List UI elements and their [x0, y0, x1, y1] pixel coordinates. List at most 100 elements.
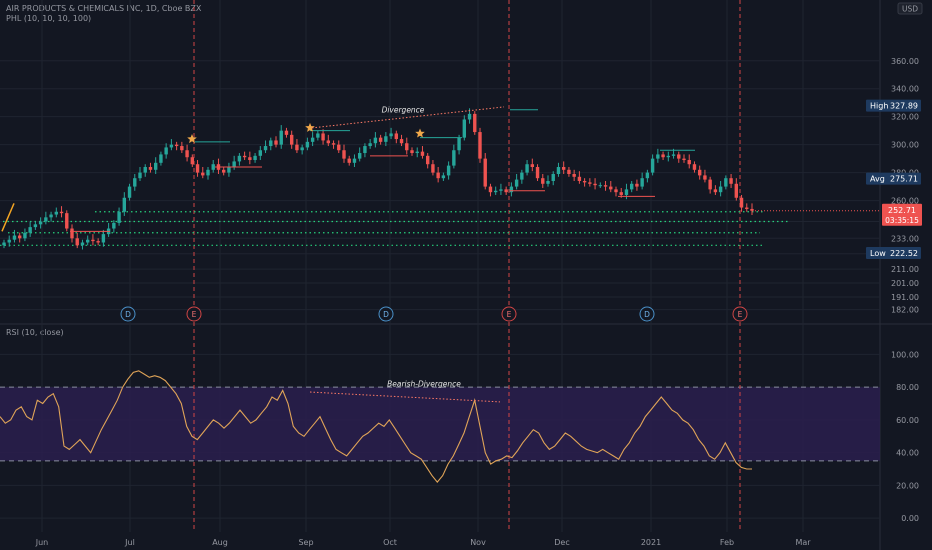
candle-body	[70, 228, 74, 239]
candle-body	[671, 154, 676, 156]
candle-body	[467, 113, 472, 120]
candle-body	[410, 150, 414, 154]
candle-body	[530, 164, 535, 168]
time-tick-label: Sep	[298, 538, 313, 547]
candle-body	[169, 144, 174, 148]
candle-body	[394, 133, 399, 140]
candle-body	[248, 157, 252, 161]
candle-body	[232, 161, 236, 168]
candle-body	[122, 197, 127, 212]
candle-body	[582, 180, 587, 183]
candle-body	[295, 144, 299, 151]
chart-canvas[interactable]: D E D E D E Divergence Bearish-Divergence 360.…	[0, 0, 932, 550]
time-tick-label: Jul	[124, 538, 135, 547]
support-lines	[0, 210, 880, 246]
candle-body	[399, 139, 404, 144]
candle-body	[629, 183, 634, 190]
candle-body	[305, 141, 310, 148]
candle-body	[289, 134, 294, 145]
candle-body	[535, 167, 540, 179]
candle-body	[473, 113, 477, 133]
candle-body	[593, 183, 597, 186]
candle-body	[656, 154, 660, 159]
candle-body	[263, 146, 268, 151]
candle-body	[666, 155, 671, 158]
candle-body	[488, 186, 493, 193]
candle-body	[640, 178, 644, 187]
candle-body	[682, 158, 686, 161]
candle-body	[724, 178, 728, 187]
candle-body	[96, 241, 100, 243]
candle-body	[478, 132, 482, 159]
candle-body	[357, 153, 362, 159]
rsi-tick-label: 80.00	[896, 383, 919, 392]
candle-body	[514, 179, 519, 187]
price-tick-label: 201.00	[891, 279, 919, 288]
candle-body	[242, 155, 247, 158]
candle-body	[54, 211, 59, 215]
candle-body	[237, 155, 242, 162]
candle-body	[708, 179, 712, 190]
price-tick-label: 191.00	[891, 293, 919, 302]
candle-body	[635, 183, 639, 187]
candle-body	[603, 185, 608, 187]
candle-body	[28, 227, 32, 233]
event-marker-label: D	[383, 310, 389, 319]
candle-body	[284, 130, 289, 135]
candle-body	[143, 167, 147, 173]
candle-body	[425, 155, 430, 165]
rsi-band-fill	[0, 387, 880, 461]
candle-body	[180, 146, 184, 151]
candle-body	[415, 151, 419, 154]
candle-body	[452, 150, 456, 166]
rsi-tick-label: 60.00	[896, 416, 919, 425]
candle-body	[201, 172, 205, 176]
candle-body	[405, 143, 409, 151]
candle-body	[2, 242, 6, 246]
candle-body	[12, 235, 17, 240]
candle-body	[598, 185, 603, 187]
candle-body	[352, 158, 357, 163]
candle-body	[274, 140, 278, 145]
candle-body	[739, 197, 744, 208]
candle-body	[745, 207, 749, 209]
candle-body	[624, 189, 629, 195]
candle-body	[49, 214, 53, 218]
candle-body	[190, 157, 195, 165]
candle-body	[59, 211, 64, 214]
event-marker-label: E	[507, 310, 512, 319]
candle-body	[384, 136, 388, 142]
candle-body	[572, 174, 576, 177]
time-axis: Jun Jul Aug Sep Oct Nov Dec 2021 Feb Mar	[35, 538, 812, 547]
candle-body	[457, 137, 461, 151]
candle-body	[221, 169, 226, 173]
price-label-value: 275.71	[890, 175, 918, 184]
candle-body	[321, 133, 325, 141]
candle-body	[703, 175, 707, 180]
candle-body	[258, 150, 263, 156]
last-price-value: 252.71	[888, 206, 916, 215]
candle-body	[504, 189, 508, 193]
candle-body	[750, 208, 754, 211]
candle-body	[499, 189, 503, 191]
candle-body	[211, 164, 215, 170]
rsi-divergence-label: Bearish-Divergence	[387, 379, 461, 388]
candle-body	[541, 178, 545, 184]
pivot-star-icon	[415, 128, 425, 138]
candle-body	[373, 137, 378, 144]
candlestick-series	[2, 108, 754, 250]
divergence-label: Divergence	[382, 105, 425, 114]
candle-body	[185, 150, 189, 158]
candle-body	[446, 165, 451, 176]
candle-body	[368, 143, 372, 147]
event-marker-label: E	[738, 310, 743, 319]
candle-body	[342, 150, 346, 159]
candle-body	[159, 154, 163, 163]
rsi-tick-label: 20.00	[896, 481, 919, 490]
candle-body	[337, 144, 341, 151]
event-marker-label: D	[644, 310, 650, 319]
candle-body	[493, 190, 498, 193]
candle-body	[619, 192, 623, 195]
candle-body	[44, 217, 48, 222]
candle-body	[253, 155, 257, 161]
